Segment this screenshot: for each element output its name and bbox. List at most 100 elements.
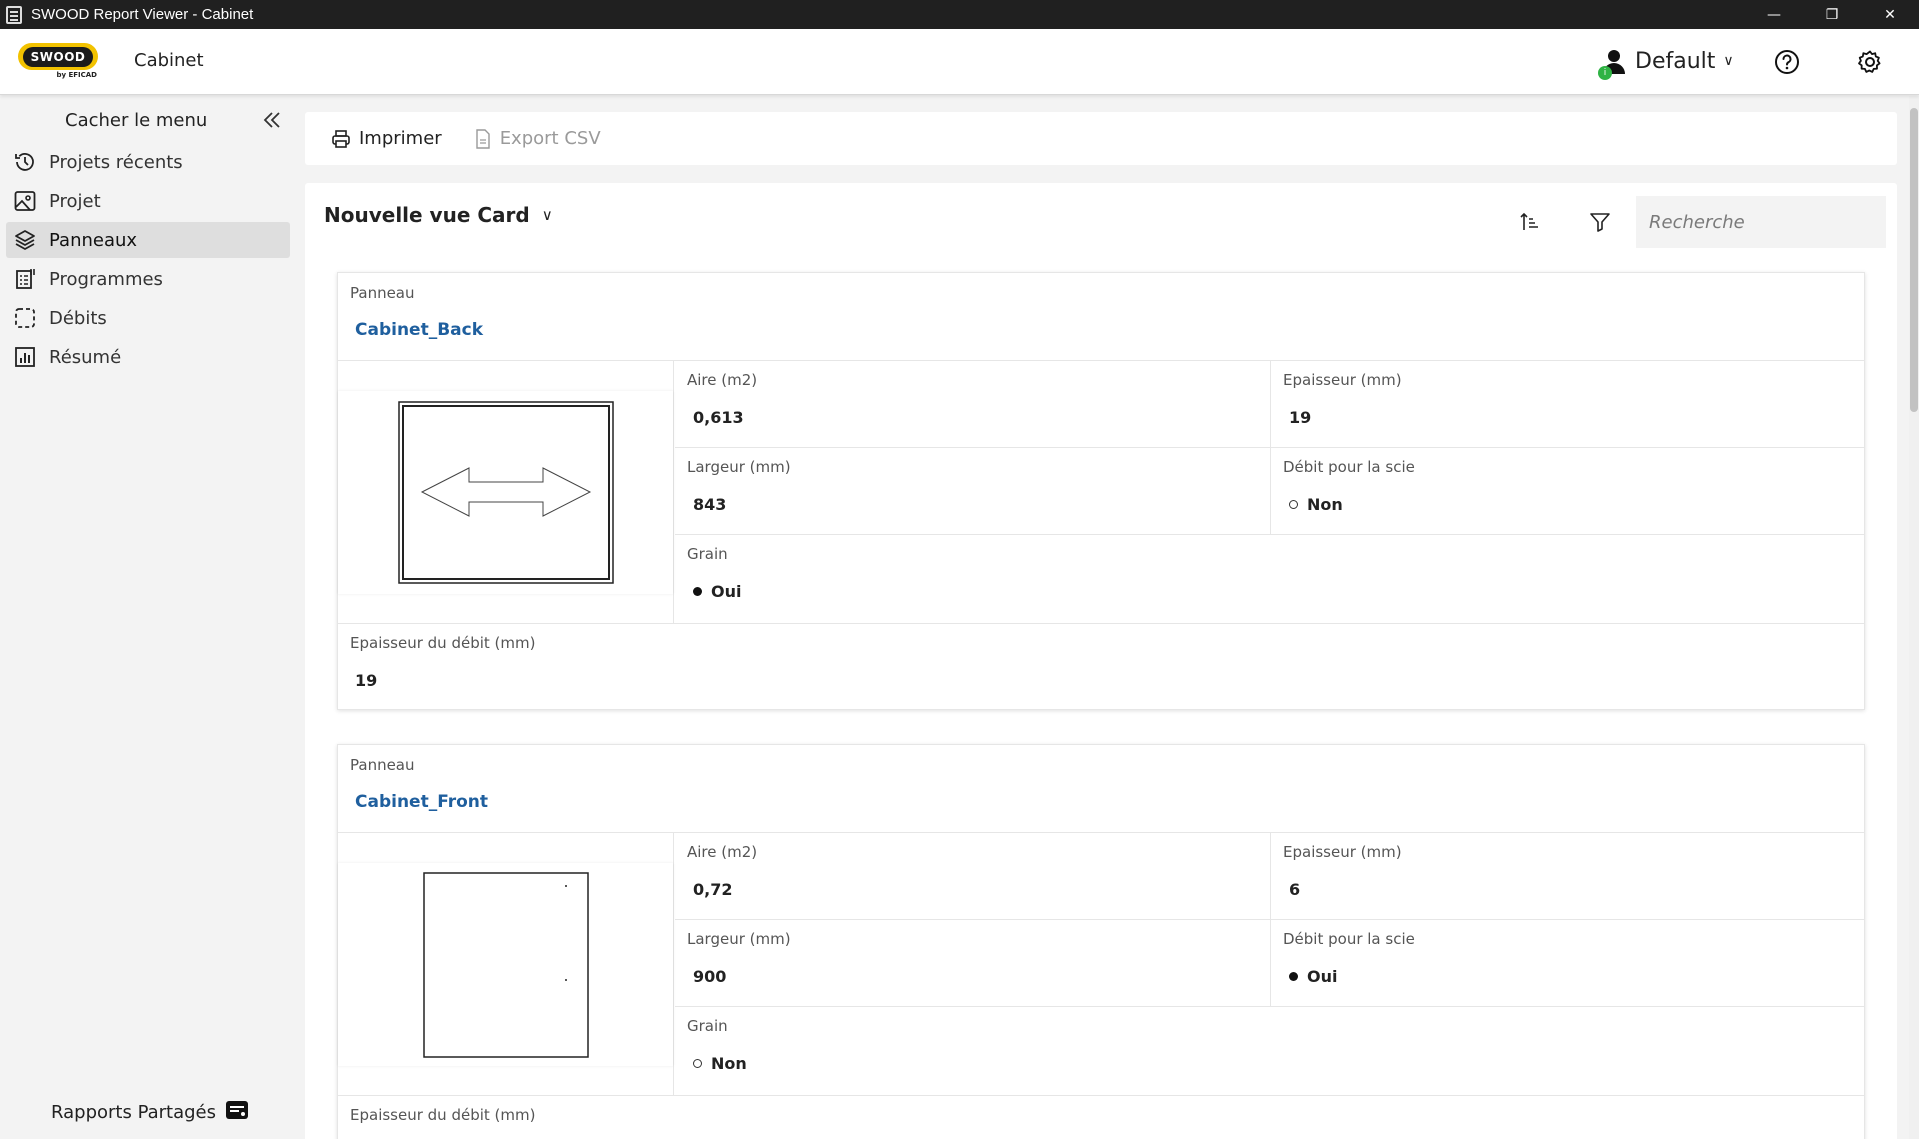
field-value: Oui: [711, 582, 742, 601]
field-aire: Aire (m2) 0,613: [675, 361, 1271, 448]
help-icon[interactable]: [1773, 48, 1801, 76]
field-epaisseur-debit: Epaisseur du débit (mm): [338, 1096, 1864, 1139]
field-value: 19: [355, 671, 378, 690]
field-grain: Grain Oui: [675, 535, 1865, 622]
field-label: Grain: [687, 1017, 728, 1035]
restore-icon[interactable]: ❐: [1803, 0, 1861, 29]
csv-file-icon: [474, 128, 492, 149]
print-button[interactable]: Imprimer: [331, 128, 442, 149]
sidebar-item-label: Panneaux: [49, 229, 138, 251]
shared-reports-label: Rapports Partagés: [51, 1102, 217, 1123]
sidebar-item-label: Résumé: [49, 346, 122, 368]
field-epaisseur-debit: Epaisseur du débit (mm) 19: [338, 624, 1864, 710]
scrollbar-thumb[interactable]: [1910, 108, 1918, 412]
field-label: Grain: [687, 545, 728, 563]
collapse-sidebar-icon[interactable]: [260, 108, 284, 132]
window-titlebar: SWOOD Report Viewer - Cabinet — ❐ ✕: [0, 0, 1919, 29]
view-selector[interactable]: Nouvelle vue Card ∨: [324, 203, 553, 227]
field-grain: Grain Non: [675, 1007, 1865, 1094]
chevron-down-icon: ∨: [541, 206, 553, 224]
sidebar-item-resume[interactable]: Résumé: [6, 339, 290, 375]
panel-thumbnail: [338, 863, 673, 1066]
sidebar-item-label: Programmes: [49, 268, 163, 290]
card-body: Aire (m2) 0,613 Epaisseur (mm) 19 Largeu…: [338, 361, 1865, 624]
sidebar-nav: Projets récents Projet Panneaux Programm…: [6, 144, 290, 378]
sidebar: Cacher le menu Projets récents Projet Pa…: [0, 95, 296, 1139]
panneau-label: Panneau: [350, 284, 415, 302]
thumbnail-column: [338, 361, 674, 624]
card-body: Aire (m2) 0,72 Epaisseur (mm) 6 Largeur …: [338, 833, 1865, 1096]
field-value: 6: [1289, 880, 1301, 899]
logo-text: SWOOD: [22, 46, 94, 67]
history-icon: [12, 150, 37, 175]
field-label: Débit pour la scie: [1283, 458, 1415, 476]
sidebar-item-programmes[interactable]: Programmes: [6, 261, 290, 297]
export-csv-button[interactable]: Export CSV: [474, 128, 601, 149]
search-input[interactable]: [1636, 196, 1886, 248]
field-value: Oui: [1307, 967, 1338, 986]
radio-unchecked-icon: [1289, 500, 1298, 509]
vertical-scrollbar[interactable]: [1909, 96, 1919, 1139]
main-content: Nouvelle vue Card ∨ Panneau Cabinet_Back: [305, 183, 1897, 1139]
app-header: SWOOD by EFICAD Cabinet i Default ∨: [0, 29, 1919, 95]
sidebar-item-label: Débits: [49, 307, 107, 329]
layers-icon: [12, 228, 37, 253]
user-icon: i: [1598, 44, 1626, 80]
field-label: Largeur (mm): [687, 930, 791, 948]
action-toolbar: Imprimer Export CSV: [305, 112, 1897, 165]
card-header: Panneau Cabinet_Front: [338, 745, 1864, 833]
field-epaisseur: Epaisseur (mm) 19: [1271, 361, 1865, 448]
sort-icon[interactable]: [1518, 210, 1542, 234]
app-icon: [6, 5, 22, 24]
user-menu[interactable]: i Default ∨: [1598, 43, 1734, 80]
shared-reports-button[interactable]: Rapports Partagés: [51, 1099, 249, 1126]
field-aire: Aire (m2) 0,72: [675, 833, 1271, 920]
sidebar-item-projet[interactable]: Projet: [6, 183, 290, 219]
export-label: Export CSV: [499, 128, 601, 149]
field-epaisseur: Epaisseur (mm) 6: [1271, 833, 1865, 920]
radio-checked-icon: [693, 587, 702, 596]
chart-icon: [12, 345, 37, 370]
field-value: Non: [1307, 495, 1343, 514]
radio-checked-icon: [1289, 972, 1298, 981]
field-value: 0,72: [693, 880, 733, 899]
print-label: Imprimer: [359, 128, 442, 149]
field-label: Largeur (mm): [687, 458, 791, 476]
field-label: Epaisseur (mm): [1283, 371, 1402, 389]
field-label: Aire (m2): [687, 843, 758, 861]
sidebar-item-panneaux[interactable]: Panneaux: [6, 222, 290, 258]
minimize-icon[interactable]: —: [1745, 0, 1803, 29]
settings-icon[interactable]: [1856, 48, 1884, 76]
user-name: Default: [1635, 48, 1716, 74]
swood-logo: SWOOD by EFICAD: [18, 43, 100, 81]
project-title: Cabinet: [134, 50, 204, 71]
sidebar-item-label: Projets récents: [49, 151, 183, 173]
panel-name-link[interactable]: Cabinet_Front: [355, 792, 488, 812]
notification-badge: i: [1598, 66, 1612, 80]
window-title: SWOOD Report Viewer - Cabinet: [31, 6, 254, 23]
radio-unchecked-icon: [693, 1059, 702, 1068]
printer-icon: [331, 129, 351, 149]
filter-icon[interactable]: [1588, 210, 1612, 234]
field-value: 0,613: [693, 408, 744, 427]
window-controls: — ❐ ✕: [1745, 0, 1919, 29]
field-value: Non: [711, 1054, 747, 1073]
sidebar-item-debits[interactable]: Débits: [6, 300, 290, 336]
field-debit-scie: Débit pour la scie Oui: [1271, 920, 1865, 1007]
field-value: 19: [1289, 408, 1312, 427]
field-largeur: Largeur (mm) 843: [675, 448, 1271, 535]
thumbnail-column: [338, 833, 674, 1096]
panel-card: Panneau Cabinet_Front Aire (m2) 0,72 Epa…: [337, 744, 1865, 1139]
logo-subtext: by EFICAD: [56, 71, 97, 79]
panel-name-link[interactable]: Cabinet_Back: [355, 320, 483, 340]
panneau-label: Panneau: [350, 756, 415, 774]
view-title: Nouvelle vue Card: [324, 203, 530, 227]
image-icon: [12, 189, 37, 214]
hide-menu-label[interactable]: Cacher le menu: [65, 110, 207, 131]
shared-reports-icon: [225, 1099, 249, 1126]
field-value: 900: [693, 967, 727, 986]
sidebar-item-projets-recents[interactable]: Projets récents: [6, 144, 290, 180]
field-label: Epaisseur (mm): [1283, 843, 1402, 861]
close-icon[interactable]: ✕: [1861, 0, 1919, 29]
card-header: Panneau Cabinet_Back: [338, 273, 1864, 361]
